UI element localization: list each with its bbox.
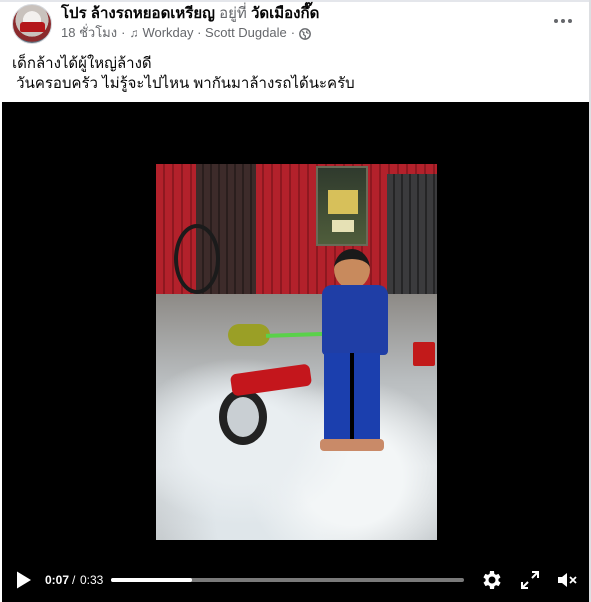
music-track[interactable]: Workday · Scott Dugdale (142, 24, 286, 42)
bike-wheel (219, 389, 267, 445)
more-icon-dot-3 (568, 19, 572, 23)
scene-hose (174, 224, 220, 294)
meta-separator: · (121, 25, 126, 40)
time-separator: / (72, 573, 76, 587)
music-icon: ♫ (129, 26, 139, 40)
post-header: โปร ล้างรถหยอดเหรียญ อยู่ที่ วัดเมืองกึ๊… (0, 0, 591, 48)
post-time[interactable]: 18 ชั่วโมง (61, 24, 117, 42)
more-icon-dot-1 (554, 19, 558, 23)
more-options-button[interactable] (549, 9, 577, 33)
video-player[interactable]: 0:07 / 0:33 (2, 102, 589, 602)
caption-line-1: เด็กล้างได้ผู้ใหญ่ล้างดี (12, 55, 152, 72)
meta-separator-2: · (290, 25, 296, 40)
globe-icon[interactable] (299, 27, 311, 40)
volume-muted-icon (558, 573, 577, 587)
scene-coin-machine (316, 166, 368, 246)
scene-brush (228, 324, 270, 346)
video-controls: 0:07 / 0:33 (2, 558, 589, 602)
bike-body (229, 363, 313, 397)
boy-feet (320, 439, 384, 451)
play-icon (17, 571, 31, 589)
post-caption: เด็กล้างได้ผู้ใหญ่ล้างดี วันครอบครัว ไม่… (12, 54, 355, 94)
progress-fill (111, 578, 193, 582)
volume-button[interactable] (555, 568, 579, 592)
scene-boy (314, 249, 394, 459)
author-name[interactable]: โปร ล้างรถหยอดเหรียญ (61, 5, 215, 22)
location-name[interactable]: วัดเมืองกึ๊ด (251, 5, 319, 22)
play-button[interactable] (15, 570, 33, 590)
boy-pants (324, 353, 380, 443)
scene-toy-bike (211, 339, 313, 449)
scene-bucket (413, 342, 435, 366)
gear-icon (483, 571, 501, 589)
caption-line-2: วันครอบครัว ไม่รู้จะไปไหน พากันมาล้างรถไ… (12, 75, 355, 92)
author-line: โปร ล้างรถหยอดเหรียญ อยู่ที่ วัดเมืองกึ๊… (61, 4, 319, 24)
post-meta: 18 ชั่วโมง · ♫ Workday · Scott Dugdale · (61, 24, 311, 42)
current-time: 0:07 (45, 573, 70, 587)
duration: 0:33 (80, 573, 104, 587)
more-icon-dot-2 (561, 19, 565, 23)
location-prefix: อยู่ที่ (219, 5, 247, 22)
fullscreen-icon (521, 571, 539, 589)
boy-shirt (322, 285, 388, 355)
settings-button[interactable] (479, 568, 503, 592)
video-frame[interactable] (156, 164, 437, 540)
boy-head (334, 249, 370, 289)
progress-bar[interactable] (111, 578, 464, 582)
fullscreen-button[interactable] (518, 568, 542, 592)
avatar[interactable] (12, 4, 52, 44)
